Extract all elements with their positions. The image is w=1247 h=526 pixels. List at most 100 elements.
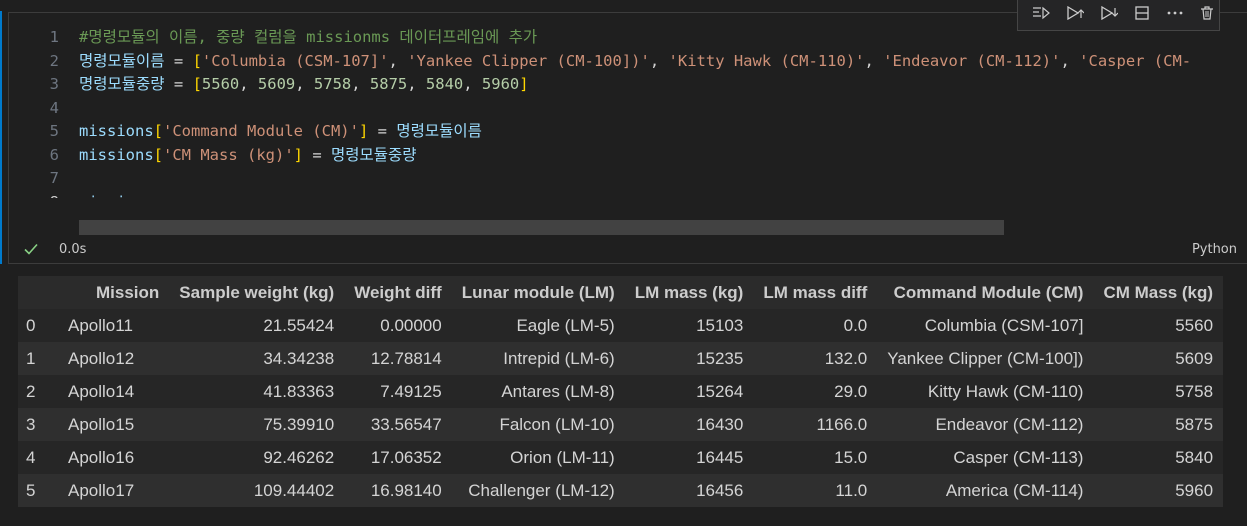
row-index: 4 <box>18 441 58 474</box>
column-header: Lunar module (LM) <box>451 276 625 309</box>
table-row: 5 Apollo17 109.44402 16.98140 Challenger (LM… <box>18 474 1224 507</box>
cell-status-bar: 0.0s Python <box>20 238 1237 260</box>
dataframe-table: Mission Sample weight (kg) Weight diff Luna… <box>18 276 1224 507</box>
table-cell: 132.0 <box>753 342 878 375</box>
table-body: 0 Apollo11 21.55424 0.00000 Eagle (LM-5) 1510… <box>18 309 1224 507</box>
table-cell: 0.00000 <box>344 309 452 342</box>
horizontal-scrollbar[interactable] <box>79 220 1004 235</box>
code-token: , <box>1060 51 1080 70</box>
table-cell: Apollo16 <box>58 441 170 474</box>
table-cell: Antares (LM-8) <box>451 375 625 408</box>
code-token: = <box>303 145 331 164</box>
table-cell: 16445 <box>624 441 754 474</box>
table-cell: 15235 <box>624 342 754 375</box>
code-token: 'Kitty Hawk (CM-110)' <box>668 51 865 70</box>
code-token: 명령모듈이름 <box>79 51 165 70</box>
code-token: , <box>239 75 258 93</box>
code-token: , <box>864 51 884 70</box>
row-index: 0 <box>18 309 58 342</box>
column-header <box>18 276 58 309</box>
code-line[interactable]: 4 <box>8 97 79 120</box>
table-cell: Eagle (LM-5) <box>451 309 625 342</box>
table-cell: 21.55424 <box>169 309 345 342</box>
code-token: 'CM Mass (kg)' <box>163 145 294 164</box>
table-cell: Columbia (CSM-107] <box>877 309 1094 342</box>
code-token: , <box>463 75 482 93</box>
code-token: 5758 <box>313 75 352 93</box>
table-cell: 15264 <box>624 375 754 408</box>
column-header: Sample weight (kg) <box>169 276 345 309</box>
cell-language[interactable]: Python <box>1192 242 1237 257</box>
code-token: 5875 <box>369 75 408 93</box>
code-token: [ <box>192 75 202 93</box>
code-token: [ <box>153 145 163 164</box>
table-cell: Intrepid (LM-6) <box>451 342 625 375</box>
row-index: 2 <box>18 375 58 408</box>
code-line[interactable]: 7 <box>8 167 79 190</box>
code-line[interactable]: 8missions <box>8 191 154 199</box>
column-header: Mission <box>58 276 170 309</box>
line-number: 7 <box>49 169 59 187</box>
row-index: 1 <box>18 342 58 375</box>
code-line[interactable]: 5 missions['Command Module (CM)'] = 명령모듈이… <box>8 120 482 143</box>
line-number: 8 <box>8 191 79 199</box>
table-cell: Falcon (LM-10) <box>451 408 625 441</box>
table-cell: 16456 <box>624 474 754 507</box>
code-token: 'Endeavor (CM-112)' <box>883 51 1061 70</box>
line-number: 3 <box>49 75 59 93</box>
code-token: 5609 <box>257 75 296 93</box>
table-header-row: Mission Sample weight (kg) Weight diff Luna… <box>18 276 1224 309</box>
code-line[interactable]: 1 #명령모듈의 이름, 중량 컬럼을 missionms 데이터프레임에 추가 <box>8 26 537 49</box>
table-cell: 16430 <box>624 408 754 441</box>
code-token: 명령모듈이름 <box>396 122 482 140</box>
table-cell: 17.06352 <box>344 441 452 474</box>
table-cell: Challenger (LM-12) <box>451 474 625 507</box>
code-token: 5560 <box>201 75 240 93</box>
cell-output: Mission Sample weight (kg) Weight diff Luna… <box>18 276 1224 507</box>
table-cell: 15103 <box>624 309 754 342</box>
code-token: missions <box>79 193 154 199</box>
table-cell: 41.83363 <box>169 375 345 408</box>
code-line[interactable]: 6 missions['CM Mass (kg)'] = 명령모듈중량 <box>8 144 417 167</box>
table-cell: 5609 <box>1093 342 1224 375</box>
code-editor[interactable]: 1 #명령모듈의 이름, 중량 컬럼을 missionms 데이터프레임에 추가 2… <box>8 12 1247 198</box>
code-token: = <box>164 75 193 93</box>
table-row: 1 Apollo12 34.34238 12.78814 Intrepid (LM-6)… <box>18 342 1224 375</box>
code-token: 'Casper (CM- <box>1079 51 1192 70</box>
code-token: , <box>407 75 426 93</box>
table-cell: 92.46262 <box>169 441 345 474</box>
table-cell: 12.78814 <box>344 342 452 375</box>
code-token: 'Columbia (CSM-107]' <box>201 51 389 70</box>
row-index: 3 <box>18 408 58 441</box>
table-cell: 5840 <box>1093 441 1224 474</box>
line-number: 5 <box>49 122 59 140</box>
table-cell: Casper (CM-113) <box>877 441 1094 474</box>
line-number: 1 <box>49 28 59 46</box>
table-row: 3 Apollo15 75.39910 33.56547 Falcon (LM-10) 1… <box>18 408 1224 441</box>
code-line[interactable]: 2 명령모듈이름 = ['Columbia (CSM-107]', 'Yankee… <box>8 50 1191 73</box>
cell-focus-indicator <box>0 11 2 264</box>
code-token: missions <box>79 145 154 164</box>
table-cell: 29.0 <box>753 375 878 408</box>
line-number: 6 <box>49 145 59 164</box>
column-header: CM Mass (kg) <box>1093 276 1224 309</box>
code-token: 'Yankee Clipper (CM-100])' <box>407 51 650 70</box>
line-number: 4 <box>49 98 59 117</box>
table-cell: Apollo15 <box>58 408 170 441</box>
table-cell: 1166.0 <box>753 408 878 441</box>
code-token: ] <box>293 145 303 164</box>
table-row: 2 Apollo14 41.83363 7.49125 Antares (LM-8) 15… <box>18 375 1224 408</box>
code-token: 5960 <box>481 75 520 93</box>
table-cell: 0.0 <box>753 309 878 342</box>
table-cell: Apollo17 <box>58 474 170 507</box>
table-cell: Apollo14 <box>58 375 170 408</box>
table-cell: 15.0 <box>753 441 878 474</box>
code-token: ] <box>519 75 529 93</box>
code-token: , <box>649 51 669 70</box>
table-cell: 34.34238 <box>169 342 345 375</box>
table-cell: 33.56547 <box>344 408 452 441</box>
notebook-page: 1 #명령모듈의 이름, 중량 컬럼을 missionms 데이터프레임에 추가 2… <box>0 0 1247 526</box>
code-token: 5840 <box>425 75 464 93</box>
code-line[interactable]: 3 명령모듈중량 = [5560, 5609, 5758, 5875, 5840,… <box>8 73 529 96</box>
table-cell: 5560 <box>1093 309 1224 342</box>
